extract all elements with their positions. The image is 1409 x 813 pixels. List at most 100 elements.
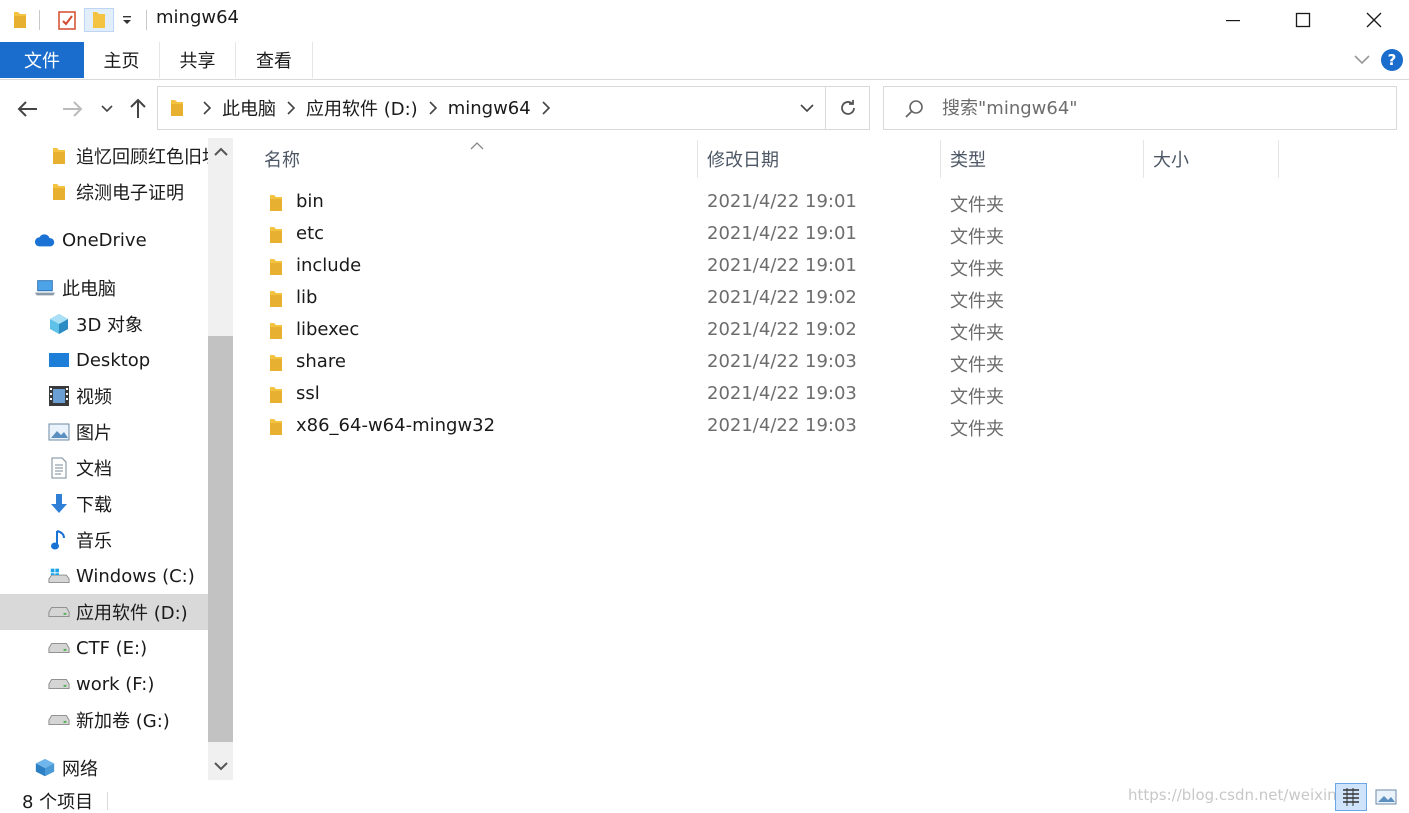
expand-ribbon-icon[interactable] bbox=[1353, 50, 1371, 73]
sidebar-item-3d-objects[interactable]: 3D 对象 bbox=[0, 306, 208, 342]
sidebar-item-label: Windows (C:) bbox=[76, 565, 195, 587]
folder-icon bbox=[48, 145, 70, 167]
file-date: 2021/4/22 19:03 bbox=[707, 383, 857, 404]
column-divider[interactable] bbox=[1278, 140, 1279, 178]
sidebar-item-label: 综测电子证明 bbox=[76, 183, 184, 204]
window-title: mingw64 bbox=[156, 7, 239, 28]
back-arrow-icon[interactable] bbox=[14, 96, 42, 122]
close-button[interactable] bbox=[1339, 0, 1409, 40]
sidebar-item-drive-d[interactable]: 应用软件 (D:) bbox=[0, 594, 208, 630]
picture-icon bbox=[48, 421, 70, 443]
address-bar[interactable]: 此电脑 应用软件 (D:) mingw64 bbox=[157, 86, 870, 130]
table-row[interactable]: share 2021/4/22 19:03 文件夹 bbox=[262, 347, 1279, 379]
column-header-date[interactable]: 修改日期 bbox=[697, 140, 940, 178]
sidebar-item-music[interactable]: 音乐 bbox=[0, 522, 208, 558]
column-header-name[interactable]: 名称 bbox=[254, 140, 697, 178]
search-input[interactable] bbox=[942, 95, 1382, 121]
file-type: 文件夹 bbox=[950, 387, 1004, 408]
file-name: ssl bbox=[296, 383, 320, 404]
breadcrumb-drive-d[interactable]: 应用软件 (D:) bbox=[302, 95, 422, 121]
sidebar-item-label: 3D 对象 bbox=[76, 315, 144, 336]
sidebar-item-videos[interactable]: 视频 bbox=[0, 378, 208, 414]
file-type: 文件夹 bbox=[950, 259, 1004, 280]
address-history-dropdown[interactable] bbox=[790, 87, 824, 129]
sidebar-item-pictures[interactable]: 图片 bbox=[0, 414, 208, 450]
up-arrow-icon[interactable] bbox=[126, 96, 150, 122]
file-date: 2021/4/22 19:03 bbox=[707, 351, 857, 372]
sidebar-item-this-pc[interactable]: 此电脑 bbox=[0, 270, 208, 306]
table-row[interactable]: bin 2021/4/22 19:01 文件夹 bbox=[262, 187, 1279, 219]
sidebar-item-label: 此电脑 bbox=[62, 279, 116, 300]
sidebar-item-network[interactable]: 网络 bbox=[0, 750, 208, 786]
scroll-up-icon[interactable] bbox=[208, 138, 233, 166]
maximize-button[interactable] bbox=[1268, 0, 1338, 40]
breadcrumb-mingw64[interactable]: mingw64 bbox=[444, 98, 535, 119]
forward-arrow-icon[interactable] bbox=[58, 96, 86, 122]
table-row[interactable]: lib 2021/4/22 19:02 文件夹 bbox=[262, 283, 1279, 315]
table-row[interactable]: libexec 2021/4/22 19:02 文件夹 bbox=[262, 315, 1279, 347]
help-icon[interactable]: ? bbox=[1381, 49, 1403, 71]
network-icon bbox=[34, 757, 56, 779]
file-type: 文件夹 bbox=[950, 227, 1004, 248]
details-view-button[interactable] bbox=[1335, 783, 1367, 811]
file-type: 文件夹 bbox=[950, 195, 1004, 216]
tab-share[interactable]: 共享 bbox=[160, 42, 236, 78]
folder-icon bbox=[268, 321, 284, 346]
sidebar-item-downloads[interactable]: 下载 bbox=[0, 486, 208, 522]
sidebar-item-desktop[interactable]: Desktop bbox=[0, 342, 208, 378]
folder-icon bbox=[268, 385, 284, 410]
windows-drive-icon bbox=[48, 565, 70, 587]
new-folder-icon[interactable] bbox=[84, 8, 114, 32]
sidebar-item-drive-g[interactable]: 新加卷 (G:) bbox=[0, 702, 208, 738]
sidebar-item-red-sites[interactable]: 追忆回顾红色旧址 bbox=[0, 138, 208, 174]
file-name: lib bbox=[296, 287, 318, 308]
large-icons-view-button[interactable] bbox=[1370, 783, 1402, 811]
sidebar-item-label: 新加卷 (G:) bbox=[76, 711, 170, 732]
tab-home[interactable]: 主页 bbox=[84, 42, 160, 78]
customize-toolbar-icon[interactable] bbox=[118, 8, 136, 32]
separator bbox=[39, 10, 40, 30]
sidebar-item-label: 下载 bbox=[76, 495, 112, 516]
folder-icon bbox=[158, 98, 196, 118]
sidebar-item-drive-f[interactable]: work (F:) bbox=[0, 666, 208, 702]
folder-icon bbox=[268, 289, 284, 314]
drive-icon bbox=[48, 709, 70, 731]
minimize-button[interactable] bbox=[1198, 0, 1268, 40]
table-row[interactable]: ssl 2021/4/22 19:03 文件夹 bbox=[262, 379, 1279, 411]
sidebar-item-label: CTF (E:) bbox=[76, 637, 148, 659]
tab-view[interactable]: 查看 bbox=[236, 42, 313, 78]
sidebar-item-documents[interactable]: 文档 bbox=[0, 450, 208, 486]
file-date: 2021/4/22 19:01 bbox=[707, 223, 857, 244]
sidebar-item-label: 追忆回顾红色旧址 bbox=[76, 147, 208, 168]
folder-icon bbox=[268, 225, 284, 250]
column-header-type[interactable]: 类型 bbox=[940, 140, 1143, 178]
sidebar-scrollbar[interactable] bbox=[208, 138, 233, 780]
chevron-right-icon[interactable] bbox=[280, 101, 302, 115]
chevron-right-icon[interactable] bbox=[535, 101, 557, 115]
folder-icon bbox=[268, 353, 284, 378]
chevron-right-icon[interactable] bbox=[196, 101, 218, 115]
file-type: 文件夹 bbox=[950, 419, 1004, 440]
file-type: 文件夹 bbox=[950, 291, 1004, 312]
breadcrumb-this-pc[interactable]: 此电脑 bbox=[218, 95, 280, 121]
refresh-button[interactable] bbox=[825, 87, 870, 129]
file-date: 2021/4/22 19:01 bbox=[707, 191, 857, 212]
sidebar-item-onedrive[interactable]: OneDrive bbox=[0, 222, 208, 258]
drive-icon bbox=[48, 637, 70, 659]
table-row[interactable]: etc 2021/4/22 19:01 文件夹 bbox=[262, 219, 1279, 251]
properties-icon[interactable] bbox=[54, 8, 80, 32]
sidebar-item-certificates[interactable]: 综测电子证明 bbox=[0, 174, 208, 210]
sidebar-item-drive-c[interactable]: Windows (C:) bbox=[0, 558, 208, 594]
tab-file[interactable]: 文件 bbox=[0, 42, 84, 78]
scrollbar-thumb[interactable] bbox=[208, 336, 233, 742]
table-row[interactable]: x86_64-w64-mingw32 2021/4/22 19:03 文件夹 bbox=[262, 411, 1279, 443]
scroll-down-icon[interactable] bbox=[208, 752, 233, 780]
table-row[interactable]: include 2021/4/22 19:01 文件夹 bbox=[262, 251, 1279, 283]
recent-locations-icon[interactable] bbox=[99, 96, 115, 122]
file-name: x86_64-w64-mingw32 bbox=[296, 415, 496, 436]
chevron-right-icon[interactable] bbox=[422, 101, 444, 115]
sidebar-item-drive-e[interactable]: CTF (E:) bbox=[0, 630, 208, 666]
title-bar: mingw64 bbox=[0, 0, 1409, 40]
file-name: share bbox=[296, 351, 346, 372]
column-header-size[interactable]: 大小 bbox=[1143, 140, 1278, 178]
